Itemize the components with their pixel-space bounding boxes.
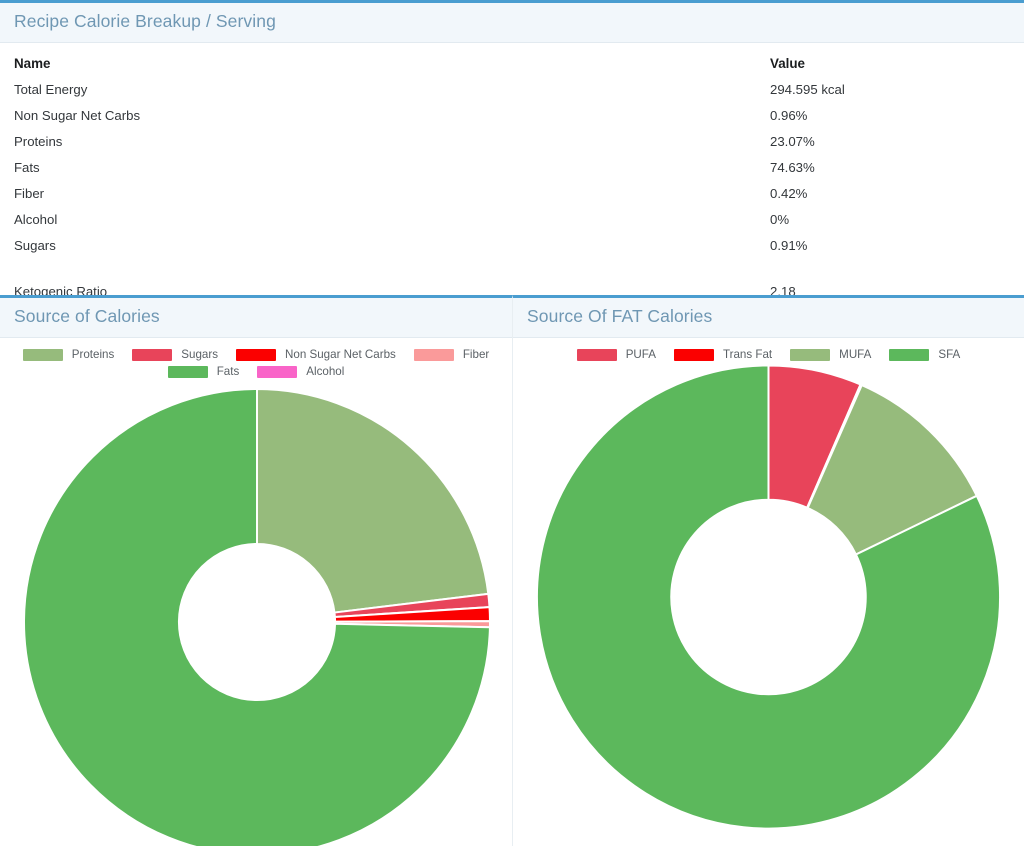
source-of-fat-calories-header: Source Of FAT Calories: [513, 298, 1024, 338]
legend-item[interactable]: Trans Fat: [673, 348, 773, 361]
legend-item[interactable]: MUFA: [790, 348, 871, 361]
row-label-non-sugar-net-carbs: Non Sugar Net Carbs: [14, 108, 141, 123]
donut-chart-svg: [23, 387, 492, 846]
table-row: Sugars 0.91%: [0, 233, 1024, 259]
legend-item[interactable]: Proteins: [22, 348, 115, 361]
breakup-table-wrapper: Name Value Total Energy 294.595 kcal Non…: [0, 43, 1024, 305]
row-value-fiber: 0.42%: [770, 186, 808, 201]
legend-item[interactable]: PUFA: [576, 348, 656, 361]
row-value-total-energy: 294.595 kcal: [770, 82, 845, 97]
legend-swatch-icon: [22, 348, 63, 361]
legend-item[interactable]: Non Sugar Net Carbs: [236, 348, 396, 361]
legend-swatch-icon: [413, 348, 454, 361]
row-value-non-sugar-net-carbs: 0.96%: [770, 108, 808, 123]
row-label-fiber: Fiber: [14, 186, 45, 201]
row-label-sugars: Sugars: [14, 238, 56, 253]
source-of-fat-calories-panel: Source Of FAT Calories PUFA Trans Fat MUFA…: [512, 295, 1024, 846]
table-row: Proteins 23.07%: [0, 129, 1024, 155]
breakup-panel-header: Recipe Calorie Breakup / Serving: [0, 3, 1024, 43]
calorie-breakup-table-body: Total Energy 294.595 kcal Non Sugar Net …: [0, 77, 1024, 305]
recipe-calorie-breakup-panel: Recipe Calorie Breakup / Serving Name Va…: [0, 0, 1024, 299]
donut-chart-svg: [535, 365, 1002, 830]
charts-row: Source of Calories Proteins Sugars Non Sug…: [0, 295, 1024, 846]
legend-swatch-icon: [257, 365, 298, 378]
legend-item[interactable]: Alcohol: [257, 365, 344, 378]
column-header-name: Name: [14, 56, 51, 71]
legend-label: MUFA: [839, 348, 872, 361]
legend-item[interactable]: SFA: [889, 348, 960, 361]
row-label-alcohol: Alcohol: [14, 212, 58, 227]
source-of-calories-title: Source of Calories: [14, 306, 160, 326]
legend-swatch-icon: [889, 348, 930, 361]
legend-label: Fiber: [462, 348, 490, 361]
row-value-fats: 74.63%: [770, 160, 815, 175]
legend-swatch-icon: [132, 348, 173, 361]
table-row: Alcohol 0%: [0, 207, 1024, 233]
source-of-calories-header: Source of Calories: [0, 298, 512, 338]
donut-slice-proteins[interactable]: [256, 387, 490, 614]
row-value-sugars: 0.91%: [770, 238, 808, 253]
source-of-calories-panel: Source of Calories Proteins Sugars Non Sug…: [0, 295, 512, 846]
table-row: Fiber 0.42%: [0, 181, 1024, 207]
page-title: Recipe Calorie Breakup / Serving: [14, 11, 276, 31]
source-of-fat-calories-legend: PUFA Trans Fat MUFA SFA: [513, 338, 1024, 365]
legend-swatch-icon: [790, 348, 831, 361]
table-spacer-row: [0, 259, 1024, 279]
legend-label: PUFA: [625, 348, 656, 361]
calorie-breakup-table: Name Value Total Energy 294.595 kcal Non…: [0, 51, 1024, 305]
legend-label: Fats: [216, 365, 240, 378]
legend-item[interactable]: Fiber: [413, 348, 490, 361]
table-row: Total Energy 294.595 kcal: [0, 77, 1024, 103]
legend-swatch-icon: [673, 348, 714, 361]
row-label-proteins: Proteins: [14, 134, 63, 149]
legend-item[interactable]: Sugars: [132, 348, 218, 361]
row-value-proteins: 23.07%: [770, 134, 815, 149]
table-row: Non Sugar Net Carbs 0.96%: [0, 103, 1024, 129]
table-header-row: Name Value: [0, 51, 1024, 77]
legend-swatch-icon: [167, 365, 208, 378]
legend-label: Alcohol: [306, 365, 345, 378]
table-row: Fats 74.63%: [0, 155, 1024, 181]
source-of-fat-calories-title: Source Of FAT Calories: [527, 306, 713, 326]
page-root: Recipe Calorie Breakup / Serving Name Va…: [0, 0, 1024, 846]
column-header-value: Value: [770, 56, 805, 71]
legend-item[interactable]: Fats: [167, 365, 240, 378]
legend-label: Non Sugar Net Carbs: [285, 348, 396, 361]
row-value-alcohol: 0%: [770, 212, 790, 227]
source-of-calories-chart: [0, 382, 512, 846]
legend-swatch-icon: [576, 348, 617, 361]
legend-label: Sugars: [181, 348, 218, 361]
legend-label: Trans Fat: [722, 348, 773, 361]
row-label-total-energy: Total Energy: [14, 82, 88, 97]
legend-label: Proteins: [71, 348, 115, 361]
legend-swatch-icon: [236, 348, 276, 361]
row-label-fats: Fats: [14, 160, 40, 175]
source-of-calories-legend: Proteins Sugars Non Sugar Net Carbs Fiber Fa…: [0, 338, 512, 382]
source-of-fat-calories-chart: [513, 365, 1024, 843]
legend-label: SFA: [938, 348, 961, 361]
